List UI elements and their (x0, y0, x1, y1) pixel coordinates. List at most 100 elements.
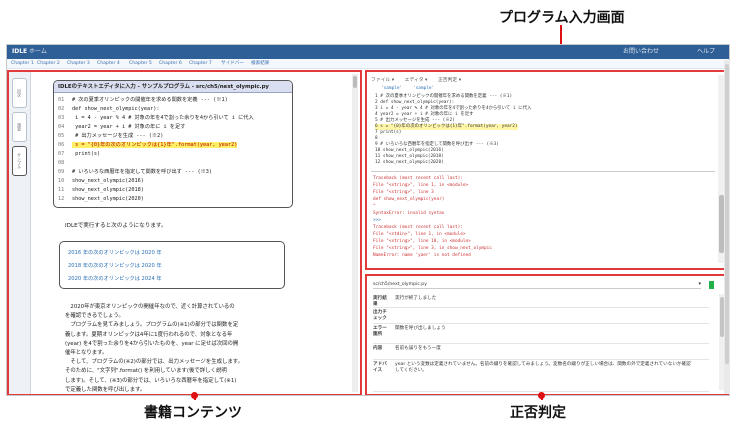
body-line: そして、プログラムの(※2)の部分では、出力メッセージを生成します。 (65, 359, 244, 366)
judge-row: 出力チェック (373, 308, 709, 324)
editor-tab-label[interactable]: 'sample' (413, 86, 434, 92)
code-line: 02 def show_next_olympic(year): (58, 106, 159, 113)
body-line: プログラムを見てみましょう。プログラムの(※1)の部分では関数を定 (65, 322, 239, 329)
app-window: IDLE ホーム お問い合わせ ヘルプ Chapter 1 Chapter 2 … (6, 44, 730, 396)
editor-line: 9 # いろいろな西暦年を指定して関数を呼び出す --- (※3) (375, 142, 499, 147)
page-scrollbar[interactable] (724, 60, 730, 394)
line-number: 11 (58, 187, 65, 193)
output-line: 2016 年の次のオリンピックは 2020 年 (68, 250, 162, 256)
left-scrollbar[interactable] (352, 74, 358, 392)
line-code: i = 4 - year % 4 # 対象の年を4で割った余りを4から引いて i… (72, 115, 254, 121)
program-input-panel: ファイル ▾ エディタ ▾ 正否判定 ▾ 'sample' 'sample' 1… (365, 70, 729, 270)
line-code: # いろいろな西暦年を指定して関数を呼び出す --- (※3) (72, 169, 213, 175)
code-line: 09 # いろいろな西暦年を指定して関数を呼び出す --- (※3) (58, 169, 212, 176)
chapter-tab-3[interactable]: Chapter 3 (67, 59, 90, 69)
line-code: year2 = year + i # 対象の年に i を足す (72, 124, 186, 130)
menu-editor[interactable]: エディタ ▾ (405, 78, 428, 83)
code-line: 01 # 次の夏季オリンピックの開催年を求める関数を定義 --- (※1) (58, 97, 228, 104)
chapter-tab-search[interactable]: 検索結果 (251, 59, 269, 69)
code-editor[interactable]: 'sample' 'sample' 1 # 次の夏季オリンピックの開催年を求める… (371, 86, 707, 168)
side-tab-sample[interactable]: サンプル (12, 146, 27, 176)
callout-judgement: 正否判定 (510, 405, 566, 421)
code-line: 10 show_next_olympic(2016) (58, 178, 144, 185)
callout-line-judgement (541, 396, 543, 400)
console-line: File "<string>", line 1, in <module> (373, 183, 469, 188)
console-line: def show_next_olympic(year) (373, 197, 445, 202)
chapter-tab-5[interactable]: Chapter 5 (129, 59, 152, 69)
line-number: 03 (58, 115, 65, 121)
editor-line: 5 # 出力メッセージを生成 --- (※2) (375, 118, 455, 123)
code-line: 12 show_next_olympic(2020) (58, 196, 144, 203)
line-number: 06 (58, 142, 65, 148)
judge-row-value: 名前も誤りをもう一度 (395, 346, 441, 351)
callout-line-book (194, 396, 196, 400)
chapter-tab-1[interactable]: Chapter 1 (11, 59, 34, 69)
run-instruction-text: IDLEで実行すると次のようになります。 (65, 223, 167, 229)
chapter-nav: Chapter 1 Chapter 2 Chapter 3 Chapter 4 … (7, 59, 729, 69)
chapter-tab-sidebar[interactable]: サイドバー (221, 59, 244, 69)
chapter-tab-2[interactable]: Chapter 2 (37, 59, 60, 69)
side-tab-exercise[interactable]: 演習 (12, 112, 27, 142)
code-line: 07 print(s) (58, 151, 100, 158)
console-output: Traceback (most recent call last): File … (371, 176, 707, 266)
line-code: # 出力メッセージを生成 --- (※2) (72, 133, 164, 139)
chapter-tab-4[interactable]: Chapter 4 (97, 59, 120, 69)
chapter-tab-7[interactable]: Chapter 7 (189, 59, 212, 69)
editor-line: 10 show_next_olympic(2016) (375, 148, 444, 153)
judge-row-value: 関数を呼び出しましょう (395, 326, 446, 331)
editor-tab-label[interactable]: 'sample' (381, 86, 402, 92)
judge-row: 実行結果 実行が終了しました (373, 294, 709, 308)
chevron-down-icon[interactable]: ▾ (698, 280, 701, 289)
judge-row-key: エラー箇所 (373, 326, 387, 337)
output-line: 2020 年の次のオリンピックは 2024 年 (68, 276, 162, 282)
judge-row: エラー箇所 関数を呼び出しましょう (373, 324, 709, 344)
judge-row-value: year という変数は定義されていません。名前の綴りを確認してみましょう。変数名… (395, 362, 691, 373)
callout-book-content: 書籍コンテンツ (144, 405, 242, 421)
top-bar: IDLE ホーム お問い合わせ ヘルプ (7, 45, 729, 59)
contact-link[interactable]: お問い合わせ (623, 45, 659, 59)
line-number: 12 (58, 196, 65, 202)
line-number: 09 (58, 169, 65, 175)
judge-row: アドバイス year という変数は定義されていません。名前の綴りを確認してみましょ… (373, 360, 709, 392)
code-line: 05 # 出力メッセージを生成 --- (※2) (58, 133, 163, 140)
chapter-tab-6[interactable]: Chapter 6 (159, 59, 182, 69)
line-code: print(s) (72, 151, 101, 157)
console-line: Traceback (most recent call last): (373, 176, 463, 181)
console-line: File "<string>", line 10, in <module> (373, 239, 471, 244)
console-line: File "<stdin>", line 1, in <module> (373, 232, 466, 237)
menu-file[interactable]: ファイル ▾ (371, 78, 394, 83)
line-number: 07 (58, 151, 65, 157)
line-number: 08 (58, 160, 65, 166)
sample-code-card: IDLEのテキストエディタに入力 - サンプルプログラム - src/ch5/n… (53, 80, 293, 208)
console-line: ^ (373, 204, 376, 209)
line-number: 01 (58, 97, 65, 103)
help-link[interactable]: ヘルプ (697, 45, 715, 59)
editor-line: 4 year2 = year + i # 対象の年に i を足す (375, 112, 474, 117)
code-line: 03 i = 4 - year % 4 # 対象の年を4で割った余りを4から引い… (58, 115, 254, 122)
home-link[interactable]: ホーム (29, 45, 47, 59)
page-scrollbar-thumb[interactable] (725, 64, 729, 364)
editor-line: 8 (375, 136, 378, 141)
left-scrollbar-thumb[interactable] (353, 76, 357, 88)
judge-row-value: 実行が終了しました (395, 296, 437, 301)
editor-line: 12 show_next_olympic(2020) (375, 160, 444, 165)
line-code: show_next_olympic(2018) (72, 187, 144, 193)
line-code: # 次の夏季オリンピックの開催年を求める関数を定義 --- (※1) (72, 97, 228, 103)
body-line: で定義した関数を呼び出します。 (65, 386, 146, 393)
output-line: 2018 年の次のオリンピックは 2020 年 (68, 263, 162, 269)
body-line: 2020年が東京オリンピックの開催年なので、近く計算されているの (65, 304, 235, 310)
console-line: SyntaxError: invalid syntax (373, 211, 445, 216)
screenshot-root: プログラム入力画面 IDLE ホーム お問い合わせ ヘルプ Chapter 1 … (0, 0, 740, 427)
file-select[interactable]: sc/ch5/next_olympic.py ▾ (373, 280, 701, 289)
judge-row-key: 出力チェック (373, 310, 387, 321)
line-number: 10 (58, 178, 65, 184)
body-line: (year) を4で割った余りを4から引いたものを、year に足せば次回の開 (65, 340, 239, 347)
editor-console-divider[interactable] (371, 171, 715, 172)
editor-line: 11 show_next_olympic(2018) (375, 154, 444, 159)
menu-judge[interactable]: 正否判定 ▾ (438, 78, 461, 83)
status-indicator (709, 281, 714, 289)
body-line: します)。そして、(※3)の部分では、いろいろな西暦年を指定して(※1) (65, 377, 237, 384)
app-logo[interactable]: IDLE (12, 45, 27, 59)
side-tab-toc[interactable]: 目次 (12, 78, 27, 108)
line-number: 02 (58, 106, 65, 112)
